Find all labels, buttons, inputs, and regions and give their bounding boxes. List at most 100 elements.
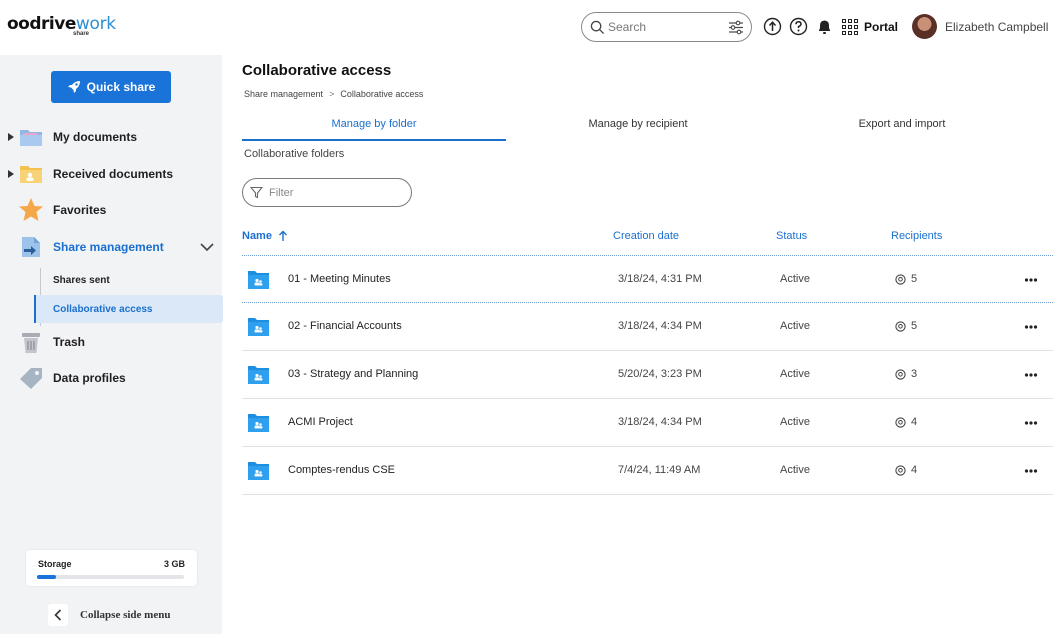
at-sign-icon: [895, 464, 906, 476]
help-icon[interactable]: [789, 17, 808, 36]
apps-grid-icon: [842, 19, 858, 35]
filter-input[interactable]: [269, 185, 399, 200]
tab-export-and-import[interactable]: Export and import: [770, 118, 1034, 141]
recipients-value: 5: [911, 273, 918, 285]
sidebar-item-label: My documents: [53, 130, 138, 144]
folder-name[interactable]: 03 - Strategy and Planning: [288, 368, 418, 380]
expand-caret-icon[interactable]: [8, 133, 14, 141]
storage-value: 3 GB: [163, 559, 185, 569]
creation-date: 5/20/24, 3:23 PM: [618, 368, 702, 380]
more-actions-icon[interactable]: [1024, 466, 1038, 476]
storage-widget: Storage 3 GB: [26, 550, 197, 586]
shared-folder-icon: [248, 318, 269, 336]
search-filters-icon[interactable]: [728, 20, 744, 35]
recipients-count[interactable]: 5: [895, 320, 917, 332]
user-avatar[interactable]: [912, 14, 937, 39]
portal-menu[interactable]: Portal: [842, 18, 898, 36]
more-actions-icon[interactable]: [1024, 418, 1038, 428]
table-row[interactable]: 01 - Meeting Minutes 3/18/24, 4:31 PM Ac…: [242, 255, 1053, 303]
column-header-recipients[interactable]: Recipients: [891, 230, 942, 242]
tab-manage-by-recipient[interactable]: Manage by recipient: [506, 118, 770, 141]
column-header-status[interactable]: Status: [776, 230, 807, 242]
chevron-down-icon[interactable]: [200, 242, 214, 252]
received-documents-folder-icon: [20, 166, 42, 183]
table-row[interactable]: ACMI Project 3/18/24, 4:34 PM Active 4: [242, 399, 1053, 447]
sidebar-item-trash[interactable]: Trash: [0, 327, 222, 357]
sidebar-item-received-documents[interactable]: Received documents: [0, 159, 222, 189]
folder-name[interactable]: 01 - Meeting Minutes: [288, 273, 391, 285]
at-sign-icon: [895, 273, 906, 285]
sidebar-item-label: Trash: [53, 335, 86, 349]
chevron-right-icon: >: [329, 89, 335, 99]
shared-folder-icon: [248, 414, 269, 432]
sidebar-item-label: Received documents: [53, 167, 174, 181]
creation-date: 7/4/24, 11:49 AM: [618, 464, 701, 476]
shared-folder-icon: [248, 366, 269, 384]
my-documents-folder-icon: [20, 130, 42, 146]
filter-funnel-icon: [250, 186, 263, 199]
notification-bell-icon[interactable]: [815, 17, 834, 36]
upload-icon[interactable]: [763, 17, 782, 36]
storage-label: Storage: [38, 559, 72, 569]
shared-folder-icon: [248, 462, 269, 480]
trash-icon: [22, 333, 40, 353]
recipients-count[interactable]: 5: [895, 273, 917, 285]
top-bar: oodrivework share Portal Elizabeth Campb…: [0, 0, 1053, 55]
status: Active: [780, 273, 810, 285]
recipients-count[interactable]: 4: [895, 416, 917, 428]
filter-box[interactable]: [242, 178, 412, 207]
sidebar-item-my-documents[interactable]: My documents: [0, 122, 222, 152]
star-icon: [19, 198, 43, 221]
status: Active: [780, 320, 810, 332]
share-management-icon: [22, 237, 40, 257]
more-actions-icon[interactable]: [1024, 322, 1038, 332]
tab-manage-by-folder[interactable]: Manage by folder: [242, 118, 506, 141]
quick-share-button[interactable]: Quick share: [51, 71, 171, 103]
user-name[interactable]: Elizabeth Campbell: [945, 20, 1048, 34]
more-actions-icon[interactable]: [1024, 275, 1038, 285]
rocket-icon: [67, 81, 80, 93]
sort-ascending-icon[interactable]: [278, 230, 288, 242]
more-actions-icon[interactable]: [1024, 370, 1038, 380]
collapse-side-menu-label: Collapse side menu: [80, 609, 171, 621]
recipients-value: 5: [911, 320, 918, 332]
sidebar-item-label: Favorites: [53, 203, 107, 217]
breadcrumb-item-share-management[interactable]: Share management: [244, 89, 323, 99]
sidebar-item-favorites[interactable]: Favorites: [0, 195, 222, 225]
column-header-name[interactable]: Name: [242, 230, 288, 242]
sidebar-subitem-shares-sent[interactable]: Shares sent: [34, 266, 223, 294]
folder-name[interactable]: 02 - Financial Accounts: [288, 320, 402, 332]
status: Active: [780, 416, 810, 428]
search-input[interactable]: [608, 18, 723, 36]
status: Active: [780, 368, 810, 380]
table-row[interactable]: 03 - Strategy and Planning 5/20/24, 3:23…: [242, 351, 1053, 399]
recipients-value: 4: [911, 464, 918, 476]
search-box[interactable]: [581, 12, 752, 42]
at-sign-icon: [895, 320, 906, 332]
oodrive-logo[interactable]: oodrivework share: [7, 14, 116, 40]
recipients-value: 3: [911, 368, 918, 380]
sidebar: Quick share My documents Received docume…: [0, 55, 223, 634]
recipients-value: 4: [911, 416, 918, 428]
column-header-creation-date[interactable]: Creation date: [613, 230, 679, 242]
folder-name[interactable]: ACMI Project: [288, 416, 353, 428]
sidebar-subitem-collaborative-access[interactable]: Collaborative access: [34, 295, 223, 323]
expand-caret-icon[interactable]: [8, 170, 14, 178]
table-row[interactable]: 02 - Financial Accounts 3/18/24, 4:34 PM…: [242, 303, 1053, 351]
breadcrumb: Share management > Collaborative access: [244, 89, 423, 99]
recipients-count[interactable]: 4: [895, 464, 917, 476]
sidebar-item-data-profiles[interactable]: Data profiles: [0, 363, 222, 393]
logo-main-text: oodrive: [7, 14, 76, 34]
tag-icon: [20, 368, 42, 389]
page-title: Collaborative access: [242, 62, 392, 79]
breadcrumb-item-collaborative-access: Collaborative access: [340, 89, 424, 99]
storage-progress-bar: [37, 575, 184, 579]
chevron-left-icon: [48, 604, 68, 626]
recipients-count[interactable]: 3: [895, 368, 917, 380]
status: Active: [780, 464, 810, 476]
folder-name[interactable]: Comptes-rendus CSE: [288, 464, 395, 476]
table-row[interactable]: Comptes-rendus CSE 7/4/24, 11:49 AM Acti…: [242, 447, 1053, 495]
sidebar-item-share-management[interactable]: Share management: [0, 232, 222, 262]
at-sign-icon: [895, 368, 906, 380]
collapse-side-menu-button[interactable]: Collapse side menu: [48, 604, 170, 626]
